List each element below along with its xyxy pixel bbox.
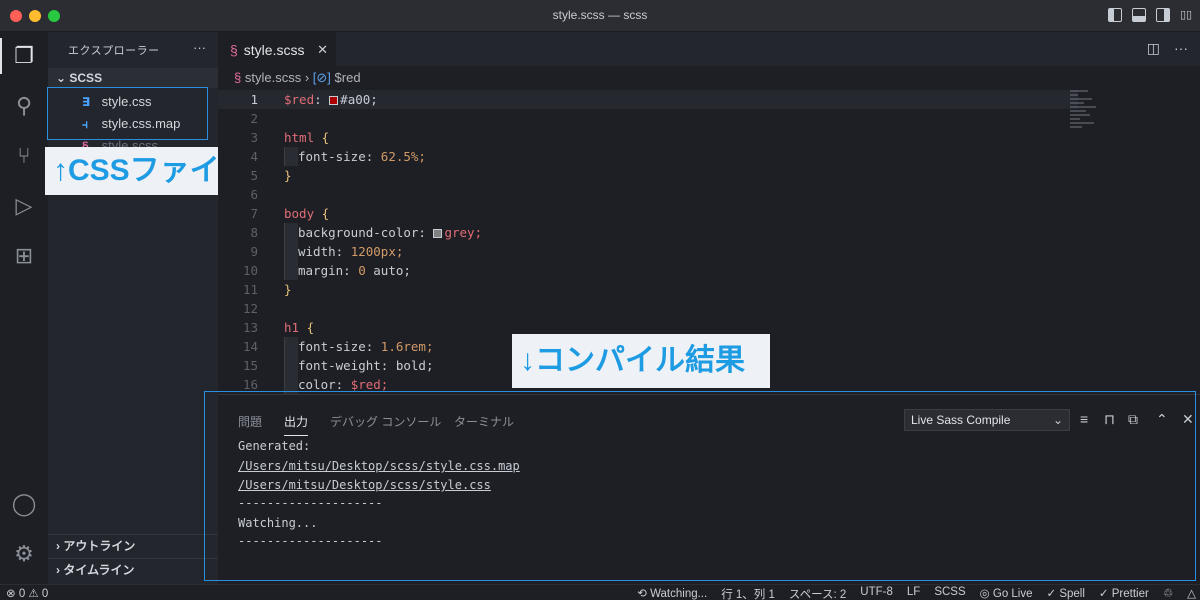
more-actions-icon[interactable]: ··· <box>193 40 206 55</box>
color-swatch[interactable] <box>433 229 443 238</box>
code-line: 9 width: 1200px; <box>250 242 404 261</box>
tab-style-scss[interactable]: § style.scss ✕ <box>218 32 336 66</box>
chevron-down-icon: ⌄ <box>56 71 70 85</box>
minimap[interactable] <box>1070 90 1110 150</box>
status-bar: ⊗ 0 ⚠ 0 ⟲ Watching... 行 1、列 1 スペース: 2 UT… <box>0 584 1200 600</box>
code-line: 8 background-color: grey; <box>250 223 483 242</box>
variable-icon: [⊘] <box>312 70 331 85</box>
broadcast-icon: ◎ <box>979 588 993 600</box>
split-editor-icon[interactable]: ◫ <box>1147 40 1160 57</box>
source-control-icon[interactable]: ⑂ <box>10 142 38 170</box>
breadcrumb-file[interactable]: style.scss <box>245 70 301 85</box>
extensions-icon[interactable]: ⊞ <box>10 242 38 270</box>
spell-status[interactable]: ✓ Spell <box>1047 586 1085 600</box>
encoding-status[interactable]: UTF-8 <box>860 586 893 600</box>
close-tab-icon[interactable]: ✕ <box>317 33 328 67</box>
cursor-position-status[interactable]: 行 1、列 1 <box>721 586 775 600</box>
editor-tabs: § style.scss ✕ ◫ ··· <box>218 32 1200 66</box>
css-files-highlight-box <box>47 87 208 140</box>
breadcrumb-symbol[interactable]: $red <box>335 70 361 85</box>
code-line: 2 <box>250 111 258 126</box>
scss-file-icon: § <box>230 42 238 58</box>
feedback-icon[interactable]: ♲ <box>1163 586 1173 600</box>
toggle-panel-icon[interactable] <box>1132 8 1146 22</box>
code-line: 3 html { <box>250 130 330 145</box>
timeline-label: タイムライン <box>63 563 135 577</box>
sass-watching-status[interactable]: ⟲ Watching... <box>637 586 707 600</box>
timeline-section[interactable]: › タイムライン <box>48 558 218 580</box>
run-debug-icon[interactable]: ▷ <box>10 192 38 220</box>
prettier-status[interactable]: ✓ Prettier <box>1099 586 1149 600</box>
title-bar: style.scss — scss ▯▯ <box>0 0 1200 32</box>
color-swatch[interactable] <box>329 96 339 105</box>
outline-label: アウトライン <box>63 539 136 553</box>
code-line: 12 <box>242 301 258 316</box>
indentation-status[interactable]: スペース: 2 <box>789 586 846 600</box>
breadcrumb: § style.scss › [⊘] $red <box>234 70 361 86</box>
problems-status[interactable]: ⊗ 0 ⚠ 0 <box>6 586 48 600</box>
settings-gear-icon[interactable]: ⚙ <box>10 540 38 568</box>
code-line: 7 body { <box>250 206 330 221</box>
compile-result-highlight-box <box>204 391 1196 581</box>
customize-layout-icon[interactable]: ▯▯ <box>1180 8 1194 22</box>
tab-label: style.scss <box>243 42 305 58</box>
folder-label: SCSS <box>69 71 103 85</box>
breadcrumb-separator: › <box>304 70 313 85</box>
code-line: 6 <box>250 187 258 202</box>
notifications-bell-icon[interactable]: △ <box>1187 586 1196 600</box>
code-line: 5} <box>250 168 292 183</box>
code-line: 4 font-size: 62.5%; <box>250 147 426 166</box>
code-line: 11} <box>242 282 292 297</box>
toggle-secondary-sidebar-icon[interactable] <box>1156 8 1170 22</box>
watch-icon: ⟲ <box>637 588 651 600</box>
language-mode-status[interactable]: SCSS <box>934 586 965 600</box>
code-line: 10 margin: 0 auto; <box>242 261 411 280</box>
compile-result-annotation: ↓コンパイル結果 <box>512 334 770 388</box>
folder-scss[interactable]: ⌄ SCSS <box>48 68 218 88</box>
eol-status[interactable]: LF <box>907 586 920 600</box>
toggle-sidebar-icon[interactable] <box>1108 8 1122 22</box>
outline-section[interactable]: › アウトライン <box>48 534 218 556</box>
explorer-icon[interactable]: ❐ <box>0 38 38 74</box>
go-live-status[interactable]: ◎ Go Live <box>980 586 1033 600</box>
explorer-title: エクスプローラー <box>68 45 160 57</box>
code-line: 1 $red: #a00; <box>218 90 1078 109</box>
activity-bar: ❐ ⚲ ⑂ ▷ ⊞ ◯ ⚙ <box>0 32 48 584</box>
scss-file-icon: § <box>234 70 242 85</box>
search-icon[interactable]: ⚲ <box>10 92 38 120</box>
window-title: style.scss — scss <box>552 8 648 22</box>
account-icon[interactable]: ◯ <box>10 490 38 518</box>
more-actions-icon[interactable]: ··· <box>1174 40 1188 57</box>
